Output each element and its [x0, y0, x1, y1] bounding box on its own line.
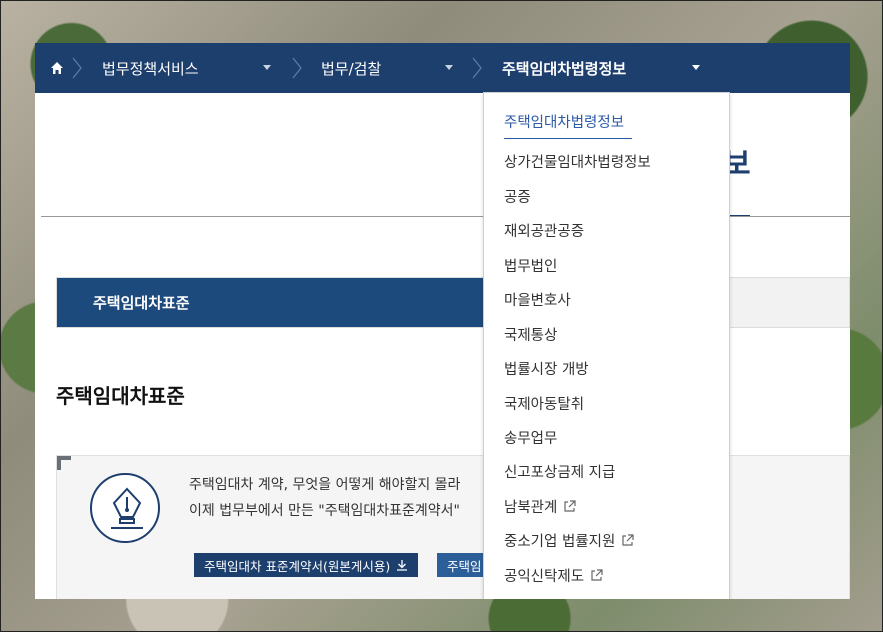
menu-item-reward-payment[interactable]: 신고포상금제 지급: [504, 461, 615, 482]
menu-item-public-trust[interactable]: 공익신탁제도: [504, 565, 603, 586]
button-label: 주택임대차 표준계약서(원본게시용): [204, 558, 391, 574]
chevron-right-icon: [292, 57, 302, 79]
tab-housing-lease-standard[interactable]: 주택임대차표준: [57, 278, 487, 327]
menu-item-label: 중소기업 법률지원: [504, 534, 616, 550]
breadcrumb-dropdown-menu: 주택임대차법령정보 상가건물임대차법령정보 공증 재외공관공증 법무법인 마을변…: [483, 92, 730, 599]
selected-underline: [504, 138, 632, 139]
section-title: 주택임대차표준: [56, 384, 185, 408]
download-standard-contract-button[interactable]: 주택임대차 표준계약서(원본게시용): [194, 553, 419, 577]
menu-item-legal-market-opening[interactable]: 법률시장 개방: [504, 358, 589, 379]
menu-item-commercial-lease-law[interactable]: 상가건물임대차법령정보: [504, 151, 651, 172]
menu-item-litigation[interactable]: 송무업무: [504, 427, 557, 448]
chevron-right-icon: [472, 57, 482, 79]
info-text-line-2: 이제 법무부에서 만든 "주택임대차표준계약서": [189, 503, 460, 519]
tab-bar: 주택임대차표준: [56, 277, 850, 328]
menu-item-inter-korean[interactable]: 남북관계: [504, 496, 576, 517]
menu-item-label: 주택임대차법령정보: [504, 115, 625, 131]
info-box: 주택임대차 계약, 무엇을 어떻게 해야할지 몰라 이제 법무부에서 만든 "주…: [56, 455, 850, 599]
menu-item-label: 상가건물임대차법령정보: [504, 155, 651, 171]
menu-item-label: 국제아동탈취: [504, 397, 585, 413]
menu-item-international-trade[interactable]: 국제통상: [504, 324, 557, 345]
chevron-down-icon[interactable]: [445, 65, 453, 70]
breadcrumb-item-2[interactable]: 법무/검찰: [321, 58, 381, 79]
menu-item-law-firm[interactable]: 법무법인: [504, 255, 557, 276]
menu-item-label: 법률시장 개방: [504, 362, 589, 378]
breadcrumb-item-3[interactable]: 주택임대차법령정보: [502, 58, 626, 79]
info-text-line-1: 주택임대차 계약, 무엇을 어떻게 해야할지 몰라: [189, 477, 461, 493]
menu-item-label: 마을변호사: [504, 293, 571, 309]
external-link-icon: [564, 500, 576, 512]
menu-item-overseas-notarization[interactable]: 재외공관공증: [504, 220, 584, 241]
menu-item-notarization[interactable]: 공증: [504, 186, 531, 207]
home-icon[interactable]: [49, 60, 65, 76]
menu-item-label: 법무법인: [504, 259, 558, 275]
breadcrumb-nav: 법무정책서비스 법무/검찰 주택임대차법령정보: [35, 43, 850, 93]
breadcrumb-item-1[interactable]: 법무정책서비스: [102, 58, 199, 79]
menu-item-label: 국제통상: [504, 328, 558, 344]
external-link-icon: [591, 569, 603, 581]
chevron-right-icon: [72, 57, 82, 79]
download-icon: [397, 560, 408, 571]
external-link-icon: [622, 534, 634, 546]
menu-item-label: 남북관계: [504, 500, 558, 516]
browser-viewport: 법무정책서비스 법무/검찰 주택임대차법령정보 보 주택임대차표준 주택임대차표…: [35, 43, 850, 599]
corner-decoration: [57, 456, 71, 470]
menu-item-housing-lease-law[interactable]: 주택임대차법령정보: [504, 111, 624, 132]
button-label: 주택임: [447, 558, 482, 574]
menu-item-label: 송무업무: [504, 431, 558, 447]
fountain-pen-icon: [90, 473, 160, 543]
menu-item-label: 공익신탁제도: [504, 569, 585, 585]
menu-item-sme-legal-support[interactable]: 중소기업 법률지원: [504, 530, 634, 551]
menu-item-label: 신고포상금제 지급: [504, 465, 616, 481]
menu-item-village-lawyer[interactable]: 마을변호사: [504, 289, 571, 310]
menu-item-label: 공증: [504, 190, 531, 206]
chevron-down-icon[interactable]: [263, 65, 271, 70]
chevron-down-icon[interactable]: [692, 65, 700, 70]
menu-item-label: 재외공관공증: [504, 224, 585, 240]
menu-item-child-abduction[interactable]: 국제아동탈취: [504, 393, 584, 414]
